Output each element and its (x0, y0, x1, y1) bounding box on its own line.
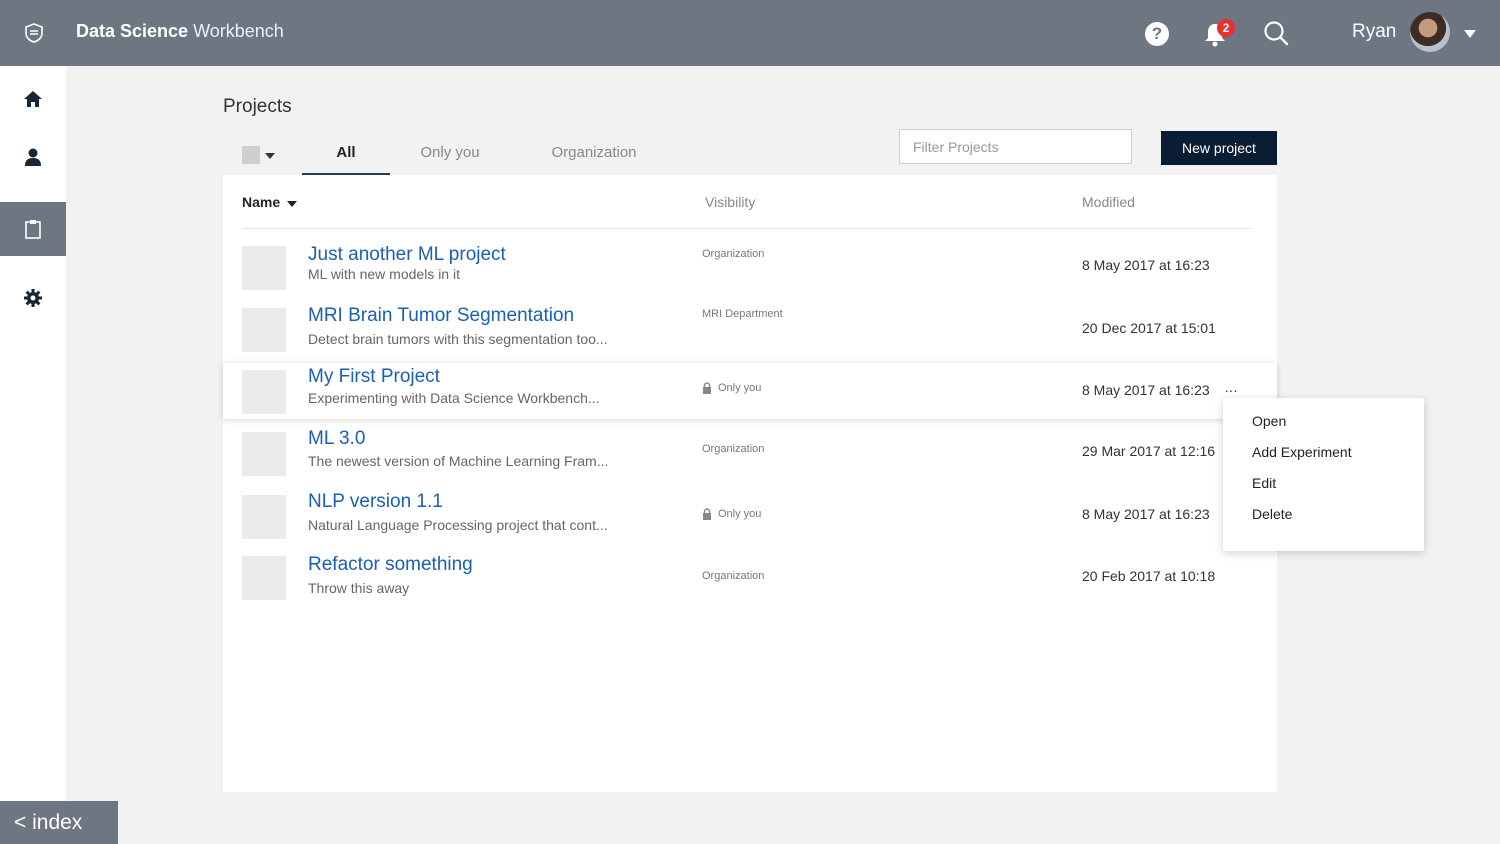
project-title[interactable]: MRI Brain Tumor Segmentation (308, 305, 574, 327)
project-modified: 20 Feb 2017 at 10:18 (1082, 568, 1216, 584)
table-row[interactable]: ML 3.0 The newest version of Machine Lea… (223, 424, 1277, 486)
project-visibility: MRI Department (702, 308, 783, 320)
table-row[interactable]: Just another ML project ML with new mode… (223, 238, 1277, 300)
select-all-checkbox[interactable] (242, 146, 260, 164)
table-row[interactable]: My First Project Experimenting with Data… (223, 363, 1277, 419)
table-row[interactable]: MRI Brain Tumor Segmentation Detect brai… (223, 300, 1277, 362)
top-bar: Data Science Workbench ? 2 Ryan (0, 0, 1500, 66)
menu-item-add-experiment[interactable]: Add Experiment (1252, 444, 1352, 460)
app-title: Data Science Workbench (76, 21, 284, 42)
project-thumbnail (242, 308, 286, 352)
project-title[interactable]: Refactor something (308, 554, 473, 576)
chevron-down-icon[interactable] (1464, 30, 1476, 38)
project-description: Experimenting with Data Science Workbenc… (308, 390, 600, 406)
project-visibility: Organization (702, 248, 764, 260)
gear-icon (24, 289, 42, 307)
table-row[interactable]: Refactor something Throw this away Organ… (223, 548, 1277, 610)
project-thumbnail (242, 432, 286, 476)
username[interactable]: Ryan (1352, 21, 1396, 43)
lock-icon (703, 508, 711, 520)
project-title[interactable]: NLP version 1.1 (308, 491, 443, 513)
visibility-label: Organization (702, 443, 765, 455)
project-modified: 8 May 2017 at 16:23 (1082, 257, 1210, 273)
project-thumbnail (242, 495, 286, 539)
help-icon[interactable]: ? (1145, 22, 1169, 46)
lock-icon (703, 382, 711, 394)
notification-badge: 2 (1217, 19, 1235, 37)
project-thumbnail (242, 370, 286, 414)
visibility-label: Organization (702, 570, 765, 582)
context-menu: Open Add Experiment Edit Delete (1223, 398, 1424, 551)
project-description: Natural Language Processing project that… (308, 517, 608, 533)
project-description: Throw this away (308, 580, 410, 596)
visibility-label: Only you (718, 382, 762, 394)
chevron-down-icon[interactable] (265, 153, 275, 159)
column-header-visibility[interactable]: Visibility (705, 194, 755, 210)
user-icon (25, 148, 41, 166)
sort-caret-icon[interactable] (287, 201, 297, 207)
column-header-name[interactable]: Name (242, 194, 280, 210)
filter-projects-input[interactable] (899, 129, 1132, 164)
project-modified: 8 May 2017 at 16:23 (1082, 506, 1210, 522)
visibility-label: Organization (702, 248, 765, 260)
project-thumbnail (242, 556, 286, 600)
visibility-label: MRI Department (702, 308, 783, 320)
sidebar (0, 66, 66, 844)
table-row[interactable]: NLP version 1.1 Natural Language Process… (223, 487, 1277, 549)
project-visibility: Organization (702, 570, 764, 582)
new-project-button[interactable]: New project (1161, 131, 1277, 165)
app-title-rest: Workbench (193, 21, 284, 41)
clipboard-icon (25, 220, 41, 239)
menu-item-delete[interactable]: Delete (1252, 506, 1292, 522)
sidebar-item-home[interactable] (0, 72, 66, 126)
search-icon[interactable] (1263, 20, 1289, 46)
column-header-modified[interactable]: Modified (1082, 194, 1135, 210)
tab-all[interactable]: All (302, 133, 390, 175)
sidebar-item-user[interactable] (0, 130, 66, 184)
menu-item-edit[interactable]: Edit (1252, 475, 1276, 491)
page-title: Projects (223, 96, 292, 117)
shield-logo-icon[interactable] (25, 23, 43, 43)
project-modified: 20 Dec 2017 at 15:01 (1082, 320, 1216, 336)
menu-item-open[interactable]: Open (1252, 413, 1286, 429)
sidebar-item-settings[interactable] (0, 271, 66, 325)
project-visibility: Organization (702, 443, 764, 455)
header-divider (242, 228, 1252, 229)
avatar[interactable] (1410, 12, 1450, 52)
project-visibility: Only you (702, 382, 761, 394)
project-visibility: Only you (702, 508, 761, 520)
project-modified: 29 Mar 2017 at 12:16 (1082, 443, 1216, 459)
project-modified: 8 May 2017 at 16:23 (1082, 382, 1210, 398)
sidebar-item-projects[interactable] (0, 202, 66, 256)
visibility-label: Only you (718, 508, 762, 520)
tab-organization[interactable]: Organization (540, 133, 648, 175)
app-title-bold: Data Science (76, 21, 189, 41)
index-button[interactable]: < index (0, 801, 118, 844)
project-thumbnail (242, 246, 286, 290)
tab-only-you[interactable]: Only you (405, 133, 495, 175)
more-options-icon[interactable]: … (1224, 379, 1239, 395)
project-title[interactable]: Just another ML project (308, 244, 506, 266)
project-title[interactable]: ML 3.0 (308, 428, 365, 450)
project-description: The newest version of Machine Learning F… (308, 453, 609, 469)
project-description: Detect brain tumors with this segmentati… (308, 331, 608, 347)
home-icon (24, 91, 42, 107)
project-description: ML with new models in it (308, 266, 460, 282)
project-title[interactable]: My First Project (308, 366, 440, 388)
